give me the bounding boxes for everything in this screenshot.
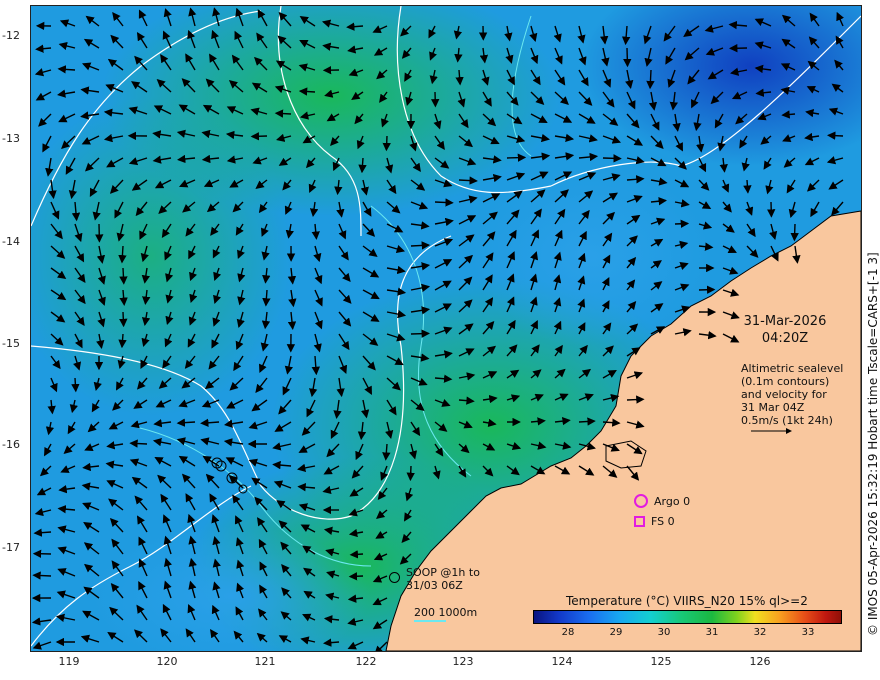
velocity-arrow (250, 132, 268, 141)
altimetry-line: 31 Mar 04Z (741, 401, 805, 414)
velocity-arrow (698, 285, 716, 294)
velocity-arrow (410, 241, 431, 250)
velocity-arrow (349, 550, 364, 559)
lon-tick-label: 126 (749, 655, 771, 668)
altimetry-line: (0.1m contours) (741, 375, 830, 388)
velocity-arrow (119, 311, 128, 328)
lon-tick-label: 125 (650, 655, 672, 668)
velocity-arrow (348, 572, 364, 581)
velocity-arrow (358, 157, 367, 174)
velocity-arrow (434, 198, 454, 207)
map-date: 31-Mar-2026 (743, 314, 827, 329)
velocity-arrow (32, 571, 52, 580)
colorbar-tick: 31 (705, 627, 719, 638)
lon-tick-label: 124 (551, 655, 573, 668)
velocity-arrow (623, 47, 632, 68)
colorbar-tick: 30 (657, 627, 671, 638)
velocity-arrow (578, 417, 596, 426)
soop-circle-icon (389, 572, 400, 583)
credit-text: © IMOS 05-Apr-2026 15:32:19 Hobart time … (866, 252, 880, 636)
lat-tick-label: -13 (2, 132, 20, 145)
velocity-arrow (743, 179, 752, 194)
velocity-arrow (827, 131, 844, 140)
lon-tick-label: 121 (254, 655, 276, 668)
lon-tick-label: 120 (156, 655, 178, 668)
velocity-arrow (410, 329, 430, 338)
date-time-label: 31-Mar-2026 04:20Z (735, 313, 835, 347)
altimetry-line: 0.5m/s (1kt 24h) (741, 414, 833, 427)
colorbar-tick: 33 (801, 627, 815, 638)
velocity-arrow (458, 176, 478, 185)
colorbar-tick: 32 (753, 627, 767, 638)
fs-label: FS 0 (651, 514, 675, 528)
velocity-arrow (274, 109, 292, 118)
velocity-arrow (119, 267, 128, 285)
altimetry-line: and velocity for (741, 388, 827, 401)
velocity-arrow (626, 395, 645, 404)
lat-tick-label: -17 (2, 541, 20, 554)
altimetry-line: Altimetric sealevel (741, 362, 844, 375)
velocity-arrow (298, 87, 316, 96)
lon-tick-label: 119 (58, 655, 80, 668)
soop-line: SOOP @1h to (406, 566, 480, 579)
temperature-colorbar (533, 610, 842, 624)
soop-line: 31/03 06Z (406, 579, 463, 592)
velocity-arrow (790, 223, 799, 242)
lat-tick-label: -16 (2, 438, 20, 451)
altimetry-note: Altimetric sealevel (0.1m contours) and … (741, 362, 861, 427)
colorbar-tick: 29 (609, 627, 623, 638)
argo-legend: Argo 0 (634, 493, 690, 509)
lat-tick-label: -14 (2, 235, 20, 248)
depth-contour-label: 200 1000m (414, 606, 478, 619)
fs-square-icon (634, 515, 645, 527)
velocity-arrow (118, 245, 127, 264)
velocity-arrow (646, 69, 655, 90)
lon-tick-label: 123 (452, 655, 474, 668)
velocity-arrow (382, 135, 391, 152)
soop-note: SOOP @1h to 31/03 06Z (406, 566, 480, 592)
depth-contour-swatch (414, 620, 446, 622)
lat-tick-label: -12 (2, 29, 20, 42)
velocity-arrow (506, 153, 527, 162)
lat-tick-label: -15 (2, 337, 20, 350)
velocity-arrow (602, 154, 622, 163)
velocity-arrow (71, 377, 80, 393)
argo-circle-icon (634, 494, 648, 508)
fs-legend: FS 0 (634, 513, 675, 529)
colorbar-tick: 28 (561, 627, 575, 638)
argo-label: Argo 0 (654, 494, 691, 508)
velocity-arrow (674, 219, 690, 228)
colorbar-title: Temperature (°C) VIIRS_N20 15% ql>=2 (566, 594, 808, 608)
velocity-arrow (118, 333, 127, 349)
velocity-arrow (129, 439, 148, 448)
map-time: 04:20Z (761, 331, 809, 346)
lon-tick-label: 122 (355, 655, 377, 668)
velocity-arrow (406, 465, 415, 482)
